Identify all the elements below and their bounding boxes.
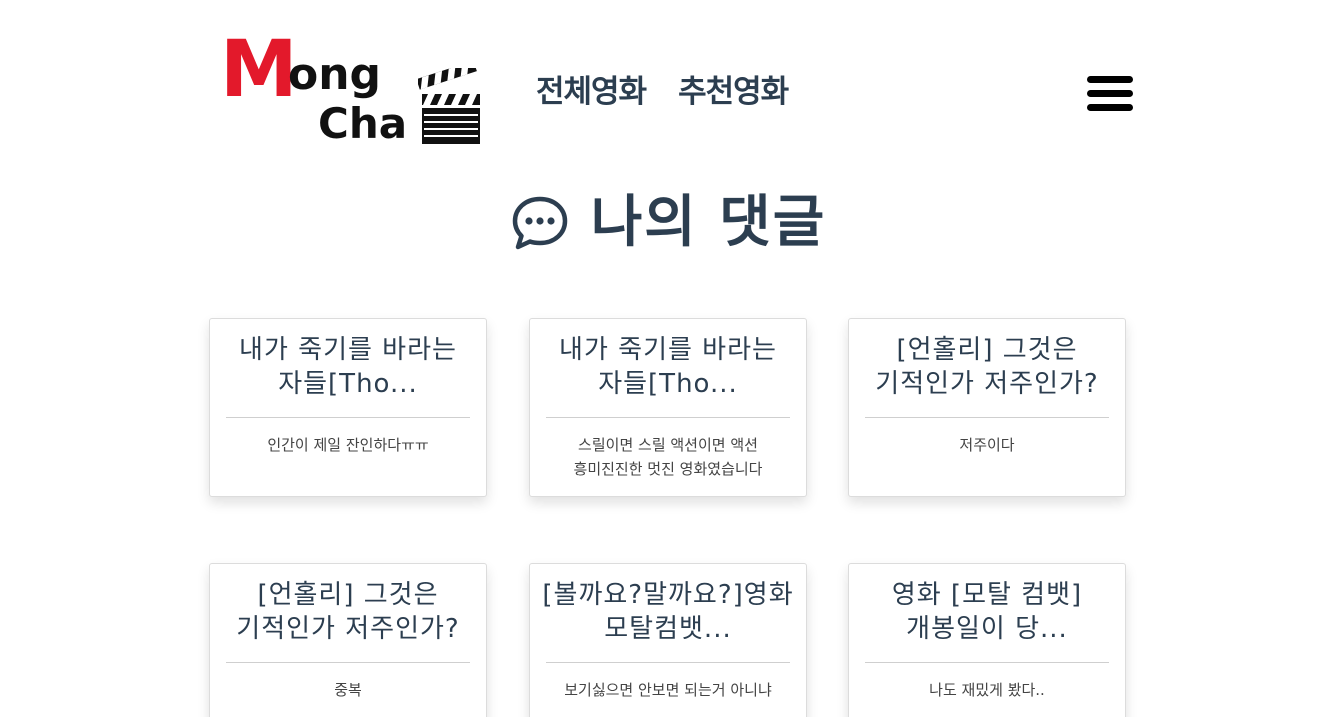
clapperboard-icon <box>418 68 480 144</box>
logo-letters-cha: Cha <box>318 99 408 148</box>
card-divider <box>226 417 470 418</box>
main-nav: 전체영화 추천영화 <box>536 70 789 114</box>
card-comment-text: 스릴이면 스릴 액션이면 액션 흥미진진한 멋진 영화였습니다 <box>573 436 763 478</box>
page-title: 나의 댓글 <box>590 190 827 255</box>
card-movie-title: [볼까요?말까요?]영화 모탈컴뱃... <box>542 580 794 644</box>
comment-card[interactable]: 내가 죽기를 바라는 자들[Tho... 스릴이면 스릴 액션이면 액션 흥미진… <box>529 318 807 497</box>
card-divider <box>865 417 1109 418</box>
logo[interactable]: M ong Cha <box>220 30 485 150</box>
hamburger-line <box>1087 104 1133 111</box>
comment-card[interactable]: [볼까요?말까요?]영화 모탈컴뱃... 보기싫으면 안보면 되는거 아니냐 <box>529 563 807 717</box>
card-comment-text: 중복 <box>334 681 362 699</box>
comment-card[interactable]: [언홀리] 그것은 기적인가 저주인가? 저주이다 <box>848 318 1126 497</box>
page-title-row: 나의 댓글 <box>0 188 1337 258</box>
card-movie-title: [언홀리] 그것은 기적인가 저주인가? <box>236 580 460 644</box>
comment-card[interactable]: [언홀리] 그것은 기적인가 저주인가? 중복 <box>209 563 487 717</box>
card-comment-text: 나도 재밌게 봤다.. <box>929 681 1045 699</box>
card-comment-text: 저주이다 <box>959 436 1015 454</box>
speech-bubble-icon <box>512 196 567 250</box>
card-comment-text: 인간이 제일 잔인하다ㅠㅠ <box>267 436 429 454</box>
hamburger-line <box>1087 90 1133 97</box>
card-divider <box>546 417 790 418</box>
card-movie-title: 영화 [모탈 컴뱃] 개봉일이 당... <box>891 580 1083 644</box>
card-movie-title: 내가 죽기를 바라는 자들[Tho... <box>559 335 777 399</box>
hamburger-menu-icon[interactable] <box>1087 76 1133 112</box>
nav-recommended-movies[interactable]: 추천영화 <box>678 70 789 114</box>
hamburger-line <box>1087 76 1133 83</box>
card-divider <box>226 662 470 663</box>
comment-card[interactable]: 영화 [모탈 컴뱃] 개봉일이 당... 나도 재밌게 봤다.. <box>848 563 1126 717</box>
nav-all-movies[interactable]: 전체영화 <box>536 70 647 114</box>
site-header: M ong Cha 전체영화 추천영화 <box>0 0 1337 170</box>
card-movie-title: 내가 죽기를 바라는 자들[Tho... <box>239 335 457 399</box>
page: M ong Cha 전체영화 추천영화 나의 댓글 내가 죽기를 바라는 자들[… <box>0 0 1337 717</box>
logo-letter-m: M <box>220 25 298 115</box>
card-divider <box>865 662 1109 663</box>
card-divider <box>546 662 790 663</box>
card-movie-title: [언홀리] 그것은 기적인가 저주인가? <box>875 335 1099 399</box>
comment-card[interactable]: 내가 죽기를 바라는 자들[Tho... 인간이 제일 잔인하다ㅠㅠ <box>209 318 487 497</box>
logo-letters-ong: ong <box>288 49 382 100</box>
card-comment-text: 보기싫으면 안보면 되는거 아니냐 <box>564 681 772 699</box>
